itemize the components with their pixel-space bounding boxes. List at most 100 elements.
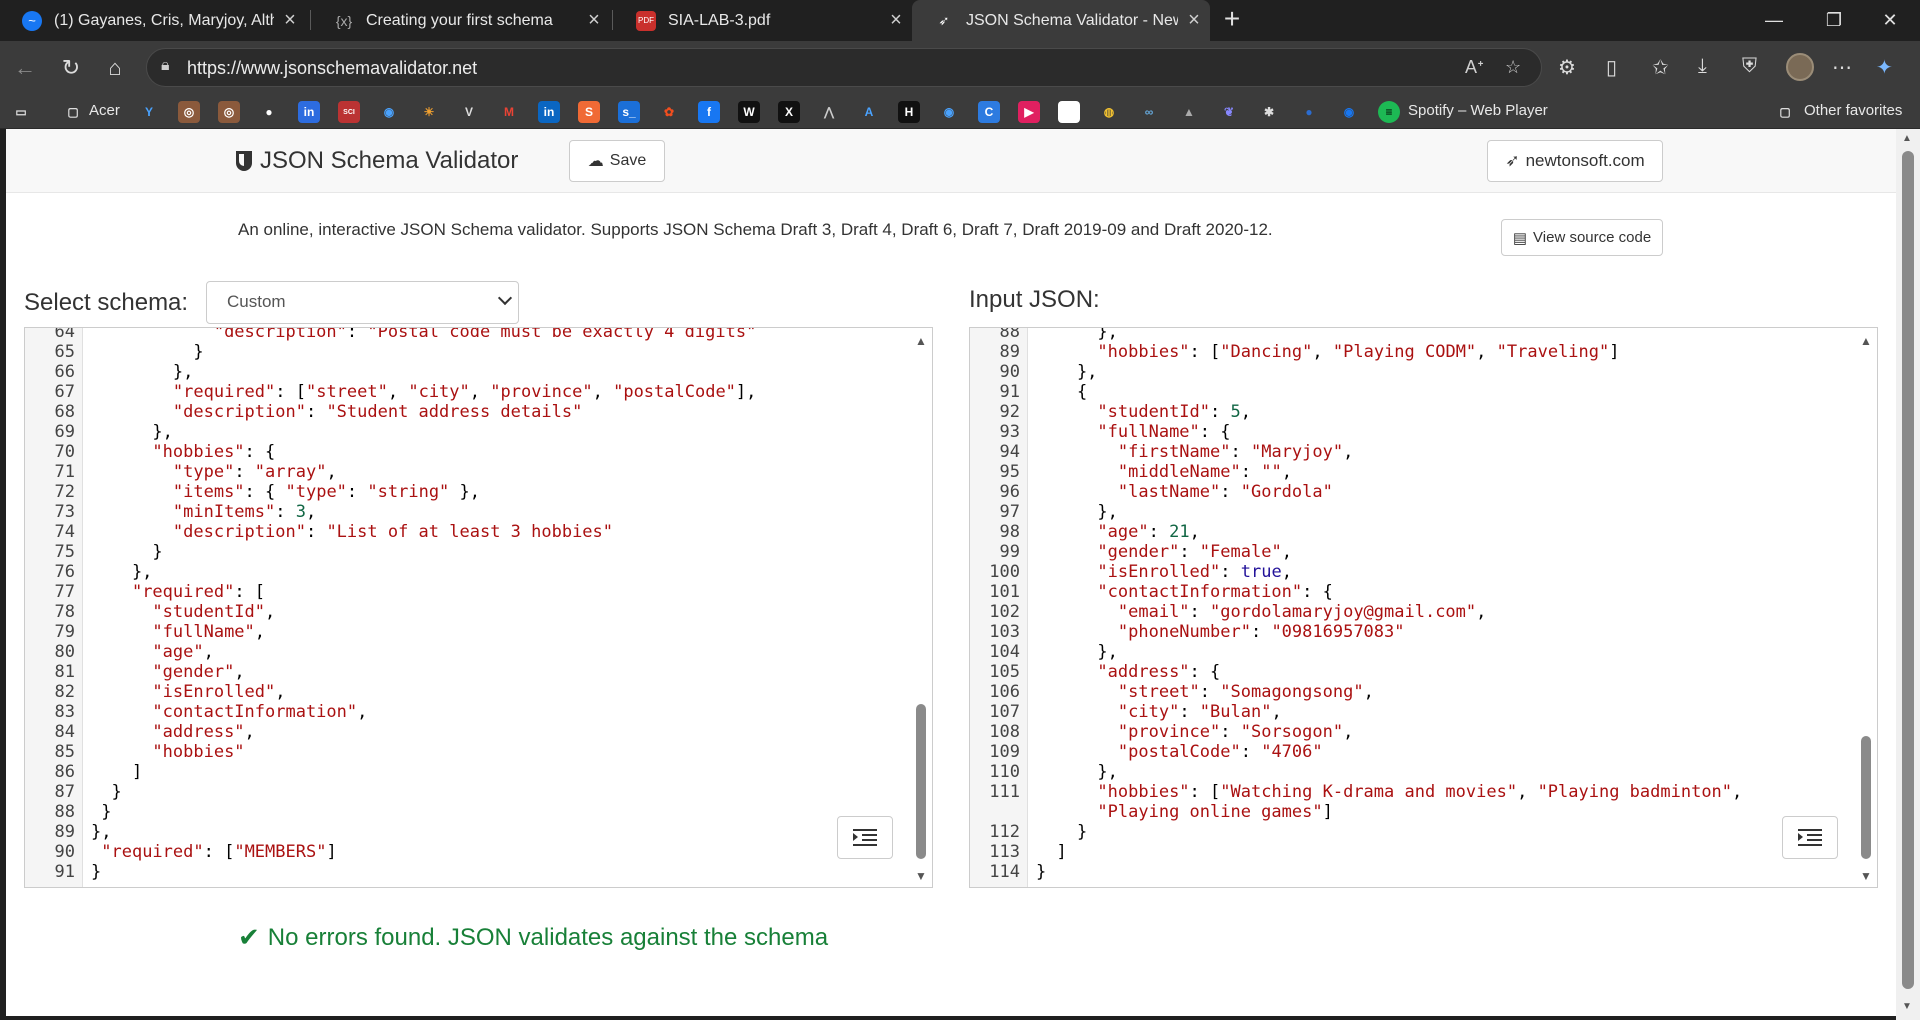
- bookmark-icon[interactable]: [1058, 101, 1080, 123]
- bookmark-icon[interactable]: ☀: [418, 101, 440, 123]
- close-icon[interactable]: ×: [880, 9, 912, 32]
- close-icon[interactable]: ×: [578, 9, 610, 32]
- code-line[interactable]: "hobbies": ["Watching K-drama and movies…: [1036, 782, 1742, 802]
- bookmark-icon[interactable]: in: [298, 101, 320, 123]
- bookmark-folder-acer[interactable]: Acer: [89, 102, 120, 119]
- code-line[interactable]: },: [1036, 362, 1097, 382]
- format-button[interactable]: [1782, 816, 1838, 859]
- code-line[interactable]: "required": [: [91, 582, 265, 602]
- code-line[interactable]: }: [91, 542, 162, 562]
- scrollbar[interactable]: ▲ ▼: [910, 328, 932, 887]
- messenger-icon[interactable]: ◉: [1338, 101, 1360, 123]
- facebook-icon[interactable]: f: [698, 101, 720, 123]
- bookmark-icon[interactable]: ◉: [938, 101, 960, 123]
- bookmark-icon[interactable]: ◉: [378, 101, 400, 123]
- new-tab-button[interactable]: +: [1218, 0, 1246, 41]
- code-line[interactable]: }: [91, 782, 121, 802]
- bookmark-icon[interactable]: V: [458, 101, 480, 123]
- code-line[interactable]: "Playing online games"]: [1036, 802, 1332, 822]
- bookmark-icon[interactable]: ●: [1298, 101, 1320, 123]
- code-line[interactable]: ]: [1036, 842, 1066, 862]
- code-line[interactable]: "postalCode": "4706": [1036, 742, 1323, 762]
- gmail-icon[interactable]: M: [498, 101, 520, 123]
- code-line[interactable]: "fullName": {: [1036, 422, 1230, 442]
- code-line[interactable]: "province": "Sorsogon",: [1036, 722, 1353, 742]
- scroll-up-icon[interactable]: ▲: [915, 334, 927, 348]
- tab-creating-schema[interactable]: {x} Creating your first schema ×: [312, 0, 610, 41]
- newtonsoft-link[interactable]: ➶ newtonsoft.com: [1487, 140, 1663, 182]
- bookmark-icon[interactable]: ⋀: [818, 101, 840, 123]
- close-icon[interactable]: ×: [274, 9, 306, 32]
- code-line[interactable]: },: [1036, 502, 1117, 522]
- code-line[interactable]: "city": "Bulan",: [1036, 702, 1282, 722]
- code-line[interactable]: "address",: [91, 722, 254, 742]
- close-icon[interactable]: ×: [1178, 9, 1210, 32]
- code-line[interactable]: },: [91, 822, 111, 842]
- bookmark-icon[interactable]: W: [738, 101, 760, 123]
- avatar[interactable]: [1786, 53, 1814, 81]
- format-button[interactable]: [837, 816, 893, 859]
- scroll-thumb[interactable]: [916, 704, 926, 859]
- scroll-down-icon[interactable]: ▼: [1902, 1001, 1912, 1012]
- code-line[interactable]: {: [1036, 382, 1087, 402]
- site-brand[interactable]: JSON Schema Validator: [236, 147, 518, 175]
- code-line[interactable]: }: [91, 802, 111, 822]
- bookmark-icon[interactable]: ✱: [1258, 101, 1280, 123]
- copilot-icon[interactable]: ✦: [1876, 55, 1893, 80]
- bookmark-icon[interactable]: ▶: [1018, 101, 1040, 123]
- bookmark-icon[interactable]: A: [858, 101, 880, 123]
- code-line[interactable]: "studentId",: [91, 602, 275, 622]
- code-line[interactable]: },: [91, 422, 172, 442]
- code-line[interactable]: "description": "List of at least 3 hobbi…: [91, 522, 613, 542]
- code-line[interactable]: "age": 21,: [1036, 522, 1199, 542]
- bookmark-icon[interactable]: ∞: [1138, 101, 1160, 123]
- code-line[interactable]: },: [1036, 642, 1117, 662]
- minimize-button[interactable]: —: [1746, 0, 1802, 41]
- home-button[interactable]: ⌂: [98, 51, 132, 85]
- code-line[interactable]: "hobbies": [91, 742, 244, 762]
- view-source-button[interactable]: ▤ View source code: [1501, 219, 1663, 256]
- code-line[interactable]: }: [1036, 862, 1046, 882]
- more-icon[interactable]: ⋯: [1832, 55, 1852, 80]
- github-icon[interactable]: ●: [258, 101, 280, 123]
- scihub-icon[interactable]: SCI: [338, 101, 360, 123]
- code-line[interactable]: "items": { "type": "string" },: [91, 482, 480, 502]
- seal-icon[interactable]: ◎: [178, 101, 200, 123]
- close-window-button[interactable]: ✕: [1862, 0, 1918, 41]
- split-screen-icon[interactable]: ▯: [1606, 55, 1617, 80]
- scroll-up-icon[interactable]: ▲: [1902, 133, 1912, 144]
- extensions-icon[interactable]: ⚙: [1558, 55, 1576, 80]
- bookmark-icon[interactable]: Y: [138, 101, 160, 123]
- bookmark-icon[interactable]: H: [898, 101, 920, 123]
- read-aloud-icon[interactable]: Aᐩ: [1465, 57, 1484, 78]
- code-line[interactable]: }: [1036, 822, 1087, 842]
- code-line[interactable]: },: [91, 562, 152, 582]
- code-line[interactable]: "description": "Postal code must be exac…: [91, 328, 756, 342]
- tab-pdf[interactable]: PDF SIA-LAB-3.pdf ×: [614, 0, 912, 41]
- x-icon[interactable]: X: [778, 101, 800, 123]
- save-button[interactable]: ☁ Save: [569, 140, 665, 182]
- tab-json-validator[interactable]: ➶ JSON Schema Validator - Newtonsoft ×: [912, 0, 1210, 41]
- bookmark-icon[interactable]: ▲: [1178, 101, 1200, 123]
- other-favorites[interactable]: Other favorites: [1804, 102, 1902, 119]
- favorite-star-icon[interactable]: ☆: [1505, 57, 1521, 78]
- back-button[interactable]: ←: [8, 51, 42, 85]
- code-line[interactable]: "hobbies": {: [91, 442, 275, 462]
- bookmark-icon[interactable]: ◍: [1098, 101, 1120, 123]
- code-line[interactable]: }: [91, 342, 203, 362]
- scroll-down-icon[interactable]: ▼: [1860, 869, 1872, 883]
- schema-select[interactable]: Custom: [206, 281, 519, 324]
- code-line[interactable]: }: [91, 862, 101, 882]
- code-line[interactable]: },: [91, 362, 193, 382]
- code-line[interactable]: "gender",: [91, 662, 244, 682]
- bookmark-icon[interactable]: s_: [618, 101, 640, 123]
- linkedin-icon[interactable]: in: [538, 101, 560, 123]
- code-line[interactable]: "address": {: [1036, 662, 1220, 682]
- seal-icon[interactable]: ◎: [218, 101, 240, 123]
- bookmark-icon[interactable]: C: [978, 101, 1000, 123]
- code-line[interactable]: "email": "gordolamaryjoy@gmail.com",: [1036, 602, 1487, 622]
- scroll-up-icon[interactable]: ▲: [1860, 334, 1872, 348]
- favorites-icon[interactable]: ✩: [1652, 55, 1669, 80]
- bookmarks-menu-icon[interactable]: ▭: [10, 101, 32, 123]
- scroll-thumb[interactable]: [1902, 151, 1914, 989]
